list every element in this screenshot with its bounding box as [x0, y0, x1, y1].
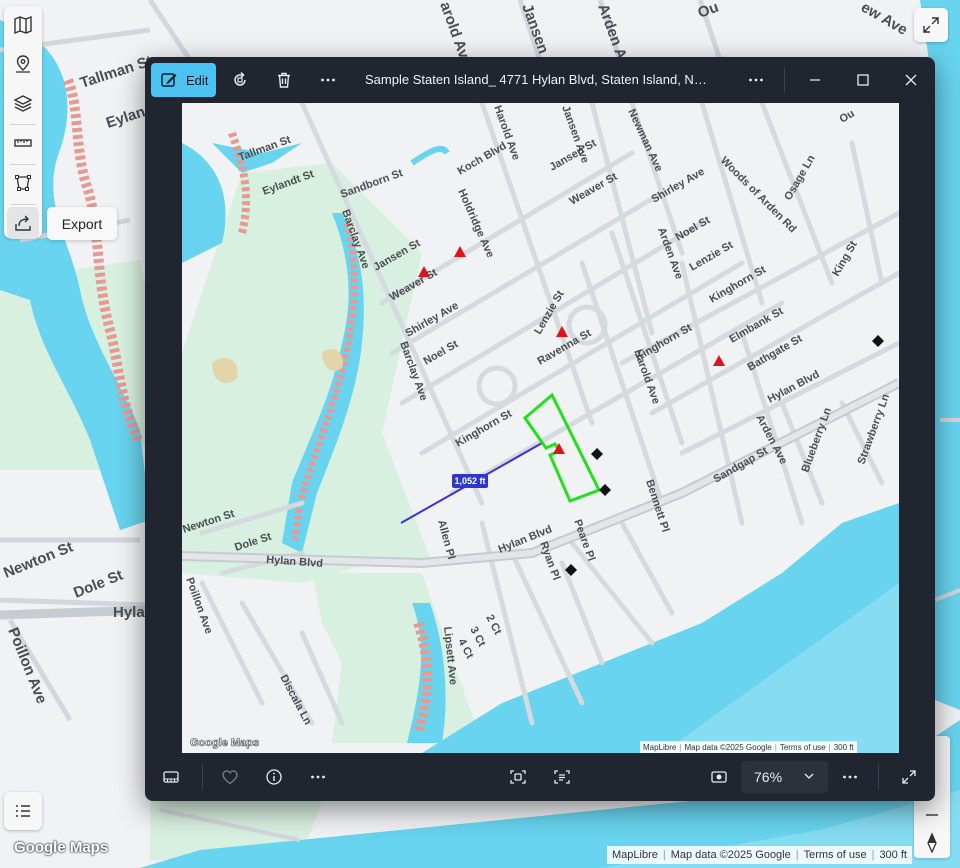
fit-screen-button[interactable] [503, 762, 533, 792]
more-icon [321, 78, 335, 82]
favorite-icon [222, 770, 238, 785]
more-icon [749, 78, 763, 82]
export-icon [15, 215, 31, 231]
compass-button[interactable] [922, 832, 942, 854]
more-icon [843, 775, 857, 779]
photo-attribution: MapLibre | Map data ©2025 Google | Terms o… [640, 741, 857, 753]
actual-size-button[interactable] [704, 762, 734, 792]
location-button[interactable] [7, 48, 39, 80]
attribution-terms[interactable]: Terms of use [799, 849, 872, 861]
fit-screen-icon [510, 770, 526, 784]
footer-more-button[interactable] [303, 762, 333, 792]
viewer-header: Edit Sample Staten Island_ 4771 Hylan Bl… [145, 57, 935, 103]
photo-attribution-mapdata: Map data ©2025 Google [684, 742, 772, 752]
map-button[interactable] [7, 9, 39, 41]
edit-icon [161, 73, 177, 87]
photo-attribution-maplibre: MapLibre [643, 742, 677, 752]
chevron-down-icon [804, 773, 814, 779]
zoom-more-button[interactable] [835, 762, 865, 792]
title-more-button[interactable] [741, 65, 771, 95]
photo-attribution-terms: Terms of use [779, 742, 826, 752]
minus-icon [926, 814, 938, 816]
delete-icon [278, 72, 290, 88]
info-icon [266, 769, 282, 785]
fullscreen-icon [902, 770, 916, 784]
export-tooltip: Export [47, 207, 117, 240]
header-more-button[interactable] [313, 65, 343, 95]
more-icon [311, 775, 325, 779]
zoom-value: 76% [754, 769, 783, 785]
ocr-icon [554, 770, 570, 784]
attribution-mapdata: Map data ©2025 Google [670, 849, 791, 861]
ruler-icon [14, 139, 32, 147]
filmstrip-button[interactable] [156, 762, 186, 792]
rotate-icon [234, 71, 246, 86]
map-attribution: MapLibre | Map data ©2025 Google | Terms o… [607, 846, 912, 864]
legend-button[interactable] [4, 792, 42, 830]
close-button[interactable] [896, 65, 926, 95]
layers-button[interactable] [7, 87, 39, 119]
layers-icon [13, 95, 33, 112]
photo-google-logo: Google Maps [190, 737, 259, 749]
expand-map-button[interactable] [914, 8, 948, 42]
measure-button[interactable] [7, 127, 39, 159]
bg-label-hyla: Hyla [113, 604, 145, 621]
minimize-button[interactable] [800, 65, 830, 95]
photo-map: 1,052 ft Tallman St Eylandt St Sandborn … [182, 103, 899, 753]
fullscreen-button[interactable] [894, 762, 924, 792]
edit-button[interactable]: Edit [151, 63, 216, 97]
location-pin-icon [16, 55, 30, 73]
expand-icon [923, 17, 939, 33]
photo-attribution-scale: 300 ft [833, 742, 854, 752]
google-maps-logo: Google Maps [14, 839, 109, 856]
viewer-title: Sample Staten Island_ 4771 Hylan Blvd, S… [365, 72, 715, 87]
edit-label: Edit [186, 72, 209, 88]
left-toolbar [4, 6, 42, 239]
draw-button[interactable] [7, 167, 39, 199]
actual-size-icon [711, 771, 727, 783]
compass-icon [927, 832, 937, 854]
minimize-icon [810, 79, 820, 81]
ocr-button[interactable] [547, 762, 577, 792]
zoom-out-button[interactable] [922, 808, 942, 822]
export-button[interactable] [7, 207, 39, 239]
measurement-label: 1,052 ft [454, 476, 485, 486]
rotate-button[interactable] [225, 65, 255, 95]
delete-button[interactable] [269, 65, 299, 95]
attribution-maplibre[interactable]: MapLibre [607, 849, 663, 861]
image-viewer-window: Edit Sample Staten Island_ 4771 Hylan Bl… [145, 57, 935, 801]
maximize-icon [857, 74, 869, 86]
maximize-button[interactable] [848, 65, 878, 95]
zoom-dropdown[interactable]: 76% [741, 761, 828, 793]
attribution-scale: 300 ft [879, 849, 907, 861]
info-button[interactable] [259, 762, 289, 792]
filmstrip-icon [163, 771, 179, 783]
list-icon [16, 805, 30, 817]
map-icon [14, 15, 32, 35]
displayed-image[interactable]: 1,052 ft Tallman St Eylandt St Sandborn … [182, 103, 899, 753]
favorite-button[interactable] [215, 762, 245, 792]
close-icon [905, 74, 917, 86]
polygon-draw-icon [15, 175, 31, 191]
